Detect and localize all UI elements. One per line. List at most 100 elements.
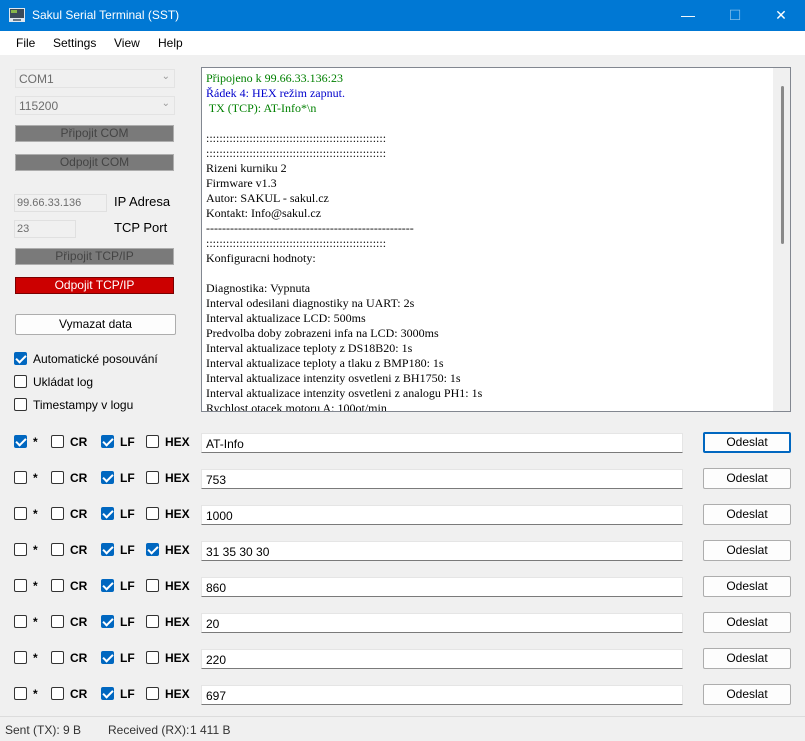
hex-checkbox[interactable]	[146, 687, 159, 700]
cr-checkbox[interactable]	[51, 435, 64, 448]
hex-label: HEX	[165, 615, 190, 629]
lf-checkbox[interactable]	[101, 507, 114, 520]
disconnect-tcp-button[interactable]: Odpojit TCP/IP	[15, 277, 174, 294]
timestamps-checkbox[interactable]	[14, 398, 27, 411]
lf-label: LF	[120, 615, 135, 629]
close-button[interactable]: ✕	[758, 0, 804, 31]
star-checkbox[interactable]	[14, 579, 27, 592]
hex-label: HEX	[165, 579, 190, 593]
minimize-button[interactable]: —	[665, 0, 711, 31]
terminal-line: ::::::::::::::::::::::::::::::::::::::::…	[206, 146, 387, 160]
cr-checkbox[interactable]	[51, 471, 64, 484]
menu-file[interactable]: File	[16, 36, 35, 50]
save-log-label: Ukládat log	[33, 375, 94, 389]
menu-help[interactable]: Help	[158, 36, 183, 50]
send-button[interactable]: Odeslat	[703, 504, 791, 525]
scrollbar-thumb[interactable]	[781, 86, 784, 244]
send-button[interactable]: Odeslat	[703, 684, 791, 705]
lf-label: LF	[120, 651, 135, 665]
menu-settings[interactable]: Settings	[53, 36, 96, 50]
hex-checkbox[interactable]	[146, 435, 159, 448]
com-port-select[interactable]: COM1 ⌄	[15, 69, 175, 88]
star-checkbox[interactable]	[14, 543, 27, 556]
lf-label: LF	[120, 471, 135, 485]
lf-label: LF	[120, 543, 135, 557]
terminal-line: Připojeno k 99.66.33.136:23	[206, 71, 343, 85]
save-log-checkbox[interactable]	[14, 375, 27, 388]
send-data-input[interactable]: 20	[201, 613, 683, 633]
cr-checkbox[interactable]	[51, 615, 64, 628]
connect-tcp-button[interactable]: Připojit TCP/IP	[15, 248, 174, 265]
star-checkbox[interactable]	[14, 471, 27, 484]
send-data-input[interactable]: 1000	[201, 505, 683, 525]
lf-label: LF	[120, 579, 135, 593]
ip-address-label: IP Adresa	[114, 194, 171, 209]
cr-checkbox[interactable]	[51, 687, 64, 700]
send-data-input[interactable]: 753	[201, 469, 683, 489]
cr-label: CR	[70, 579, 88, 593]
cr-checkbox[interactable]	[51, 543, 64, 556]
hex-checkbox[interactable]	[146, 543, 159, 556]
terminal-line: Rychlost otacek motoru A: 100ot/min	[206, 401, 387, 412]
received-value: 1 411 B	[190, 723, 231, 737]
send-data-input[interactable]: 860	[201, 577, 683, 597]
lf-checkbox[interactable]	[101, 543, 114, 556]
auto-scroll-checkbox[interactable]	[14, 352, 27, 365]
maximize-button[interactable]: ☐	[712, 0, 758, 31]
sent-label: Sent (TX):	[5, 723, 60, 737]
baud-rate-select[interactable]: 115200 ⌄	[15, 96, 175, 115]
lf-checkbox[interactable]	[101, 435, 114, 448]
baud-rate-value: 115200	[19, 99, 59, 113]
hex-checkbox[interactable]	[146, 579, 159, 592]
star-label: *	[33, 579, 38, 593]
lf-checkbox[interactable]	[101, 687, 114, 700]
terminal-line: Interval aktualizace intenzity osvetleni…	[206, 386, 483, 400]
ip-address-input[interactable]: 99.66.33.136	[14, 194, 107, 212]
lf-checkbox[interactable]	[101, 579, 114, 592]
connect-com-button[interactable]: Připojit COM	[15, 125, 174, 142]
send-row: * CR LF HEX 31 35 30 30 Odeslat	[0, 538, 805, 574]
window-title: Sakul Serial Terminal (SST)	[32, 8, 180, 22]
send-data-input[interactable]: AT-Info	[201, 433, 683, 453]
clear-data-button[interactable]: Vymazat data	[15, 314, 176, 335]
hex-label: HEX	[165, 687, 190, 701]
terminal-line: ::::::::::::::::::::::::::::::::::::::::…	[206, 236, 387, 250]
cr-label: CR	[70, 471, 88, 485]
hex-label: HEX	[165, 435, 190, 449]
sent-value: 9 B	[63, 723, 82, 737]
send-button[interactable]: Odeslat	[703, 576, 791, 597]
terminal-output[interactable]: Připojeno k 99.66.33.136:23 Řádek 4: HEX …	[201, 67, 791, 412]
disconnect-com-button[interactable]: Odpojit COM	[15, 154, 174, 171]
send-data-input[interactable]: 697	[201, 685, 683, 705]
send-data-input[interactable]: 31 35 30 30	[201, 541, 683, 561]
lf-checkbox[interactable]	[101, 471, 114, 484]
tcp-port-input[interactable]: 23	[14, 220, 76, 238]
menu-bar: File Settings View Help	[0, 31, 805, 55]
send-row: * CR LF HEX 753 Odeslat	[0, 466, 805, 502]
menu-view[interactable]: View	[114, 36, 140, 50]
send-button[interactable]: Odeslat	[703, 540, 791, 561]
send-button[interactable]: Odeslat	[703, 432, 791, 453]
hex-checkbox[interactable]	[146, 615, 159, 628]
lf-checkbox[interactable]	[101, 615, 114, 628]
hex-checkbox[interactable]	[146, 507, 159, 520]
send-button[interactable]: Odeslat	[703, 612, 791, 633]
hex-checkbox[interactable]	[146, 651, 159, 664]
hex-checkbox[interactable]	[146, 471, 159, 484]
star-checkbox[interactable]	[14, 651, 27, 664]
hex-label: HEX	[165, 543, 190, 557]
star-checkbox[interactable]	[14, 435, 27, 448]
send-data-input[interactable]: 220	[201, 649, 683, 669]
send-button[interactable]: Odeslat	[703, 468, 791, 489]
cr-checkbox[interactable]	[51, 579, 64, 592]
send-button[interactable]: Odeslat	[703, 648, 791, 669]
star-checkbox[interactable]	[14, 615, 27, 628]
cr-checkbox[interactable]	[51, 651, 64, 664]
star-checkbox[interactable]	[14, 507, 27, 520]
cr-checkbox[interactable]	[51, 507, 64, 520]
cr-label: CR	[70, 615, 88, 629]
star-checkbox[interactable]	[14, 687, 27, 700]
terminal-line: Rizeni kurniku 2	[206, 161, 287, 175]
lf-checkbox[interactable]	[101, 651, 114, 664]
